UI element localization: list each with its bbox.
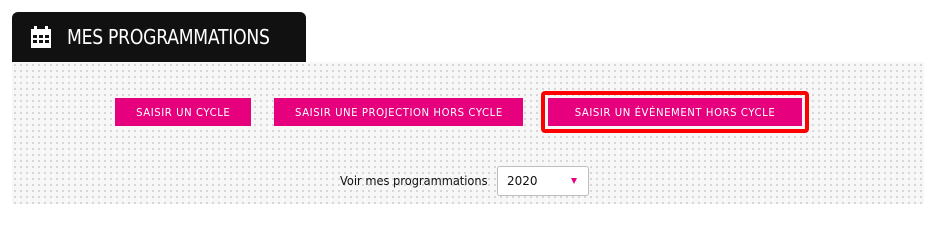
caret-down-icon [571, 178, 577, 184]
page: MES PROGRAMMATIONS SAISIR UN CYCLE SAISI… [0, 0, 930, 204]
section-header: MES PROGRAMMATIONS [12, 12, 306, 62]
add-event-button[interactable]: SAISIR UN ÉVÉNEMENT HORS CYCLE [548, 98, 802, 126]
year-select[interactable]: 2020 [497, 166, 589, 196]
add-projection-button-label: SAISIR UNE PROJECTION HORS CYCLE [294, 105, 503, 119]
add-cycle-button-label: SAISIR UN CYCLE [135, 105, 231, 119]
page-title: MES PROGRAMMATIONS [67, 25, 270, 49]
year-select-value: 2020 [507, 174, 538, 188]
add-cycle-button[interactable]: SAISIR UN CYCLE [115, 98, 251, 126]
add-projection-button[interactable]: SAISIR UNE PROJECTION HORS CYCLE [274, 98, 523, 126]
add-event-button-label: SAISIR UN ÉVÉNEMENT HORS CYCLE [574, 105, 776, 119]
calendar-icon [30, 26, 52, 48]
year-filter-label: Voir mes programmations [340, 174, 488, 188]
programmations-panel: SAISIR UN CYCLE SAISIR UNE PROJECTION HO… [12, 62, 924, 204]
